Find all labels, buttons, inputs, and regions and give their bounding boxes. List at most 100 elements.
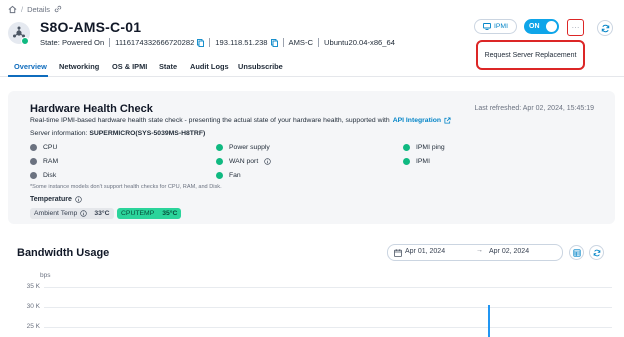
tab-os-ipmi[interactable]: OS & IPMI — [112, 62, 147, 71]
monitor-icon — [483, 23, 491, 30]
health-check-ipmi-ping: IPMI ping — [403, 144, 445, 151]
menu-item-request-replacement[interactable]: Request Server Replacement — [485, 52, 577, 59]
server-state: State: Powered On — [40, 38, 105, 47]
ipmi-button[interactable]: IPMI — [474, 19, 517, 34]
server-location: AMS-C — [288, 38, 313, 47]
breadcrumb: / Details — [8, 3, 62, 15]
status-dot — [30, 158, 37, 165]
breadcrumb-current: Details — [27, 4, 51, 14]
tab-networking[interactable]: Networking — [59, 62, 99, 71]
divider — [318, 38, 319, 47]
divider — [209, 38, 211, 47]
more-icon: ··· — [571, 23, 580, 32]
date-range-picker[interactable]: Apr 01, 2024 → Apr 02, 2024 — [387, 244, 563, 261]
active-tab-indicator — [8, 75, 48, 77]
copy-id-icon[interactable] — [197, 38, 205, 47]
info-icon[interactable] — [264, 158, 271, 165]
status-indicator — [21, 37, 29, 45]
server-id: 1116174332666720282 — [115, 38, 195, 47]
status-dot — [216, 158, 223, 165]
info-icon[interactable] — [75, 196, 82, 203]
power-toggle[interactable]: ON — [524, 19, 559, 34]
health-check-ipmi: IPMI — [403, 158, 430, 165]
cpu-temp-badge: CPUTEMP 35°C — [117, 208, 182, 219]
breadcrumb-separator: / — [21, 4, 24, 14]
spreadsheet-icon — [572, 248, 581, 257]
calendar-icon — [394, 249, 402, 257]
health-check-disk: Disk — [30, 172, 56, 179]
divider — [109, 38, 111, 47]
hardware-description-text: Real-time IPMI-based hardware health sta… — [30, 117, 390, 124]
health-check-label: RAM — [43, 158, 59, 165]
toggle-knob — [546, 21, 557, 32]
status-dot — [30, 144, 37, 151]
health-check-fan: Fan — [216, 172, 241, 179]
tab-overview[interactable]: Overview — [14, 62, 47, 71]
cpu-temp-value: 35°C — [162, 210, 178, 217]
server-meta: State: Powered On 1116174332666720282 19… — [40, 38, 395, 47]
y-axis-unit: bps — [40, 272, 51, 279]
health-check-ram: RAM — [30, 158, 58, 165]
server-info-value: SUPERMICRO(SYS-5039MS-H8TRF) — [89, 130, 206, 137]
end-date[interactable]: Apr 02, 2024 — [489, 248, 529, 255]
server-info-label: Server information: — [30, 130, 88, 137]
status-dot — [216, 144, 223, 151]
api-integration-link[interactable]: API Integration — [393, 117, 441, 124]
health-check-label: Power supply — [229, 144, 270, 151]
grid-line — [44, 327, 612, 328]
external-link-icon[interactable] — [444, 117, 451, 124]
ipmi-button-label: IPMI — [494, 23, 508, 30]
start-date[interactable]: Apr 01, 2024 — [405, 248, 445, 255]
health-check-cpu: CPU — [30, 144, 57, 151]
temperature-heading: Temperature — [30, 196, 82, 203]
status-dot — [216, 172, 223, 179]
cpu-temp-label: CPUTEMP — [121, 210, 155, 217]
divider — [282, 38, 284, 47]
health-check-power-supply: Power supply — [216, 144, 270, 151]
health-check-label: Disk — [43, 172, 57, 179]
bandwidth-title: Bandwidth Usage — [17, 247, 110, 259]
hardware-description: Real-time IPMI-based hardware health sta… — [30, 117, 451, 124]
health-check-note: *Some instance models don't support heal… — [30, 184, 222, 190]
info-icon[interactable] — [80, 210, 88, 217]
server-ip: 193.118.51.238 — [215, 38, 268, 47]
health-check-label: Fan — [229, 172, 241, 179]
grid-line — [44, 287, 612, 288]
link-icon[interactable] — [54, 5, 62, 13]
y-tick-label: 30 K — [26, 303, 40, 310]
health-check-label: WAN port — [229, 158, 259, 165]
ambient-temp-label: Ambient Temp — [34, 210, 78, 217]
server-information: Server information: SUPERMICRO(SYS-5039M… — [30, 130, 205, 137]
tab-bar: Overview Networking OS & IPMI State Audi… — [0, 60, 624, 77]
status-dot — [403, 158, 410, 165]
tab-unsubscribe[interactable]: Unsubscribe — [238, 62, 283, 71]
status-dot — [403, 144, 410, 151]
page-title: S8O-AMS-C-01 — [40, 19, 142, 35]
bandwidth-refresh-button[interactable] — [589, 245, 604, 260]
refresh-icon — [601, 24, 609, 32]
health-check-label: CPU — [43, 144, 58, 151]
refresh-icon — [593, 249, 600, 256]
health-check-wan-port: WAN port — [216, 158, 271, 165]
last-refreshed: Last refreshed: Apr 02, 2024, 15:45:19 — [474, 105, 594, 112]
server-os: Ubuntu20.04-x86_64 — [324, 38, 395, 47]
bandwidth-series-line — [488, 305, 490, 337]
refresh-button[interactable] — [597, 20, 613, 36]
tab-state[interactable]: State — [159, 62, 177, 71]
export-button[interactable] — [569, 245, 584, 260]
power-toggle-label: ON — [529, 23, 540, 30]
arrow-right-icon: → — [476, 247, 483, 254]
home-icon[interactable] — [8, 5, 17, 14]
health-check-label: IPMI ping — [416, 144, 445, 151]
more-actions-button[interactable]: ··· — [567, 19, 584, 36]
grid-line — [44, 307, 612, 308]
status-dot — [30, 172, 37, 179]
ambient-temp-badge: Ambient Temp 33°C — [30, 208, 114, 219]
health-check-label: IPMI — [416, 158, 430, 165]
y-tick-label: 35 K — [26, 283, 40, 290]
ambient-temp-value: 33°C — [94, 210, 110, 217]
y-tick-label: 25 K — [26, 323, 40, 330]
copy-ip-icon[interactable] — [270, 38, 278, 47]
tab-audit-logs[interactable]: Audit Logs — [190, 62, 229, 71]
temperature-label: Temperature — [30, 196, 72, 203]
